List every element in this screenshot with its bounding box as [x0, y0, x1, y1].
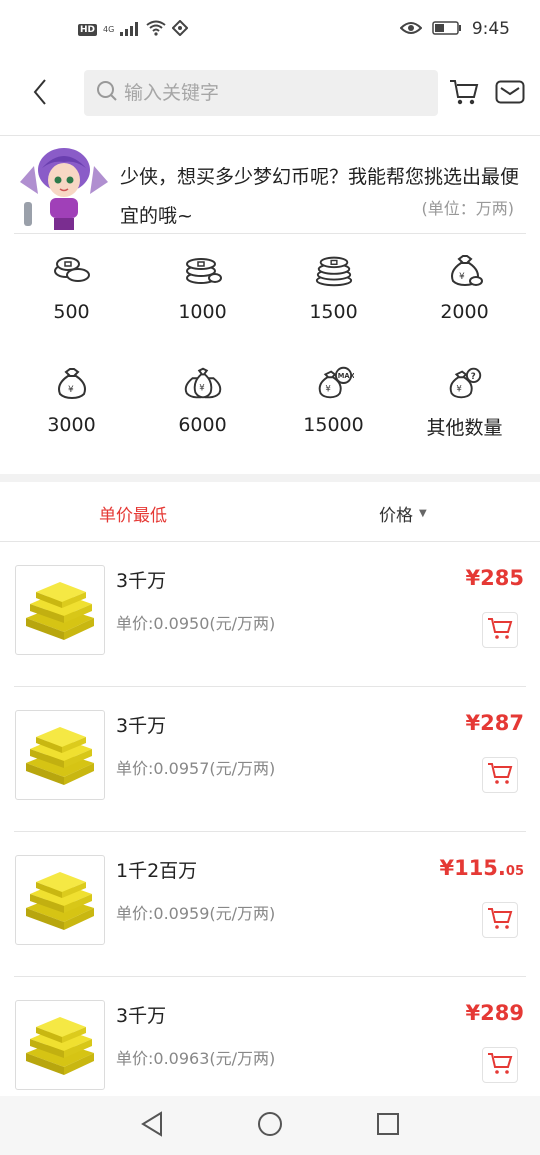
- quantity-label: 2000: [440, 301, 489, 323]
- coins-icon: [52, 252, 92, 288]
- gold-bars-image: [15, 855, 105, 945]
- nav-back-button[interactable]: [137, 1110, 167, 1141]
- quantity-option-2000[interactable]: ¥ 2000: [399, 252, 530, 327]
- svg-text:¥: ¥: [199, 384, 205, 394]
- list-item[interactable]: 3千万 单价:0.0950(元/万两) ¥285: [14, 542, 526, 687]
- svg-text:?: ?: [470, 372, 475, 382]
- money-bags-icon: ¥: [183, 365, 223, 401]
- hd-badge: HD: [78, 24, 98, 36]
- quantity-label: 其他数量: [426, 417, 503, 439]
- money-bag-max-icon: ¥ MAX: [314, 365, 354, 401]
- nav-recents-button[interactable]: [373, 1111, 403, 1141]
- coin-stack-icon: [183, 252, 223, 288]
- quantity-label: 3000: [47, 414, 96, 436]
- item-title: 1千2百万: [116, 860, 198, 882]
- quantity-option-1500[interactable]: 1500: [268, 252, 399, 327]
- item-price: ¥287: [465, 711, 524, 735]
- svg-text:MAX: MAX: [337, 372, 353, 380]
- sort-lowest-unit-price[interactable]: 单价最低: [99, 501, 167, 526]
- quantity-label: 6000: [178, 414, 227, 436]
- svg-text:¥: ¥: [325, 385, 331, 395]
- circle-home-icon: [257, 1111, 283, 1141]
- money-bag-icon: ¥: [52, 365, 92, 401]
- add-to-cart-button[interactable]: [482, 757, 518, 793]
- quantity-option-15000[interactable]: ¥ MAX 15000: [268, 365, 399, 440]
- quantity-label: 15000: [303, 414, 364, 436]
- quantity-option-1000[interactable]: 1000: [137, 252, 268, 327]
- location-icon: [171, 19, 189, 40]
- back-button[interactable]: [22, 76, 58, 112]
- item-price: ¥285: [465, 566, 524, 590]
- gold-bars-image: [15, 565, 105, 655]
- product-list: 3千万 单价:0.0950(元/万两) ¥285 3千万 单价:0.0957(元…: [14, 542, 526, 1122]
- quantity-label: 1500: [309, 301, 358, 323]
- item-title: 3千万: [116, 715, 167, 737]
- wifi-icon: [146, 20, 166, 40]
- assistant-banner: 少侠，想买多少梦幻币呢？我能帮您挑选出最便宜的哦~ (单位：万两): [14, 140, 526, 234]
- cart-icon: [487, 1051, 513, 1079]
- item-unit-price: 单价:0.0959(元/万两): [116, 904, 276, 923]
- cart-icon: [487, 906, 513, 934]
- sort-price-label: 价格: [379, 506, 413, 526]
- signal-icon: [120, 21, 140, 40]
- sort-price[interactable]: 价格 ▼: [379, 501, 427, 526]
- cart-button[interactable]: [446, 76, 482, 112]
- caret-down-icon: ▼: [419, 508, 427, 519]
- cart-icon: [449, 78, 479, 110]
- system-nav-bar: [0, 1096, 540, 1155]
- search-header: [0, 62, 540, 136]
- nav-home-button[interactable]: [255, 1111, 285, 1141]
- svg-text:¥: ¥: [68, 385, 74, 395]
- add-to-cart-button[interactable]: [482, 902, 518, 938]
- item-unit-price: 单价:0.0950(元/万两): [116, 614, 276, 633]
- svg-text:¥: ¥: [456, 384, 462, 394]
- sort-bar: 单价最低 价格 ▼: [0, 482, 540, 542]
- quantity-label: 500: [53, 301, 90, 323]
- item-unit-price: 单价:0.0963(元/万两): [116, 1049, 276, 1068]
- eye-comfort-icon: [399, 20, 423, 39]
- triangle-back-icon: [140, 1110, 164, 1141]
- quantity-grid: 500 1000 1500 ¥ 2000 ¥ 3000 ¥ 6000 ¥ MAX …: [6, 252, 534, 440]
- item-title: 3千万: [116, 1005, 167, 1027]
- network-type: 4G: [103, 25, 115, 34]
- unit-note: (单位：万两): [421, 199, 515, 218]
- square-recents-icon: [376, 1112, 400, 1140]
- assistant-avatar: [16, 142, 112, 232]
- quantity-option-3000[interactable]: ¥ 3000: [6, 365, 137, 440]
- quantity-label: 1000: [178, 301, 227, 323]
- list-item[interactable]: 1千2百万 单价:0.0959(元/万两) ¥115.05: [14, 832, 526, 977]
- quantity-option-other[interactable]: ¥? 其他数量: [399, 365, 530, 440]
- gold-bars-image: [15, 1000, 105, 1090]
- item-unit-price: 单价:0.0957(元/万两): [116, 759, 276, 778]
- money-bag-question-icon: ¥?: [445, 365, 485, 400]
- search-box[interactable]: [84, 70, 438, 116]
- svg-text:¥: ¥: [459, 272, 465, 282]
- money-bag-icon: ¥: [445, 252, 485, 288]
- mail-icon: [495, 80, 525, 108]
- status-bar: HD 4G 9:45: [0, 0, 540, 62]
- cart-icon: [487, 616, 513, 644]
- quantity-option-6000[interactable]: ¥ 6000: [137, 365, 268, 440]
- add-to-cart-button[interactable]: [482, 612, 518, 648]
- cart-icon: [487, 761, 513, 789]
- item-title: 3千万: [116, 570, 167, 592]
- item-price: ¥289: [465, 1001, 524, 1025]
- item-price: ¥115.05: [439, 856, 524, 880]
- quantity-option-500[interactable]: 500: [6, 252, 137, 327]
- coin-pile-icon: [314, 252, 354, 288]
- battery-icon: [432, 20, 462, 39]
- clock: 9:45: [471, 19, 510, 39]
- search-input[interactable]: [124, 82, 424, 104]
- chevron-left-icon: [33, 79, 47, 109]
- section-divider: [0, 474, 540, 482]
- add-to-cart-button[interactable]: [482, 1047, 518, 1083]
- gold-bars-image: [15, 710, 105, 800]
- search-icon: [96, 80, 118, 106]
- message-button[interactable]: [492, 76, 528, 112]
- list-item[interactable]: 3千万 单价:0.0957(元/万两) ¥287: [14, 687, 526, 832]
